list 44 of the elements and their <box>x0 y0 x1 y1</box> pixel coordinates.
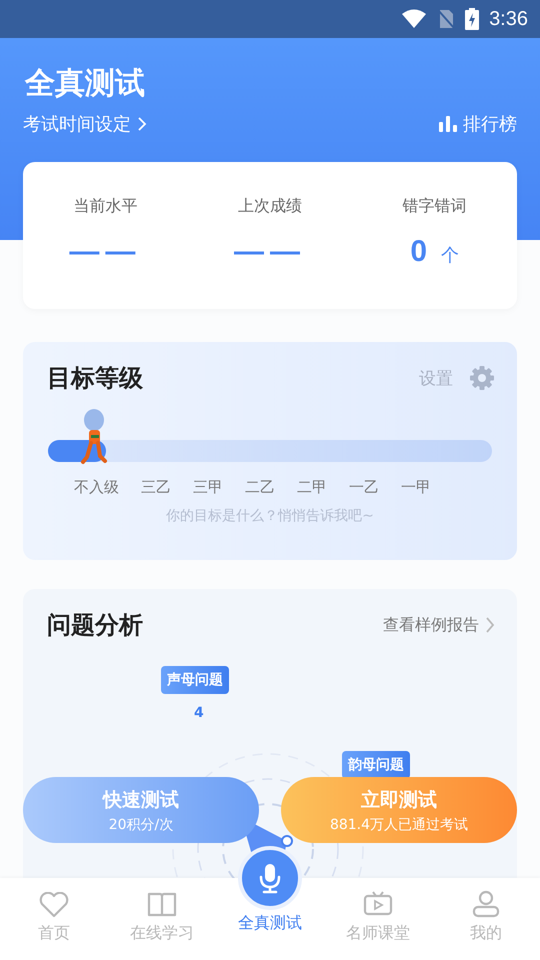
heart-icon <box>39 892 69 918</box>
person-icon <box>471 890 501 918</box>
axis-value: 4 <box>194 705 204 721</box>
ranking-link[interactable]: 排行榜 <box>439 112 517 136</box>
nav-tab[interactable]: 名师课堂 <box>324 878 432 960</box>
level-label: 不入级 <box>74 478 119 497</box>
category-tag: 声母问题 <box>161 666 229 694</box>
stat-label: 错字错词 <box>402 196 467 217</box>
exam-time-link[interactable]: 考试时间设定 <box>23 112 147 136</box>
stat-unit: 个 <box>441 244 460 267</box>
sample-report-link[interactable]: 查看样例报告 <box>383 614 495 636</box>
level-label: 一甲 <box>401 478 431 497</box>
level-label: 三甲 <box>193 478 223 497</box>
clock-time: 3:36 <box>489 8 528 30</box>
nav-tab[interactable]: 首页 <box>0 878 108 960</box>
nav-tab[interactable]: 全真测试 <box>216 846 324 960</box>
wifi-icon <box>401 9 428 29</box>
bar-chart-icon <box>439 116 457 132</box>
card-title: 问题分析 <box>47 610 143 641</box>
level-track[interactable] <box>48 440 492 462</box>
chevron-icon <box>137 116 147 132</box>
card-title: 目标等级 <box>47 363 143 394</box>
nav-tab[interactable]: 我的 <box>432 878 540 960</box>
stat-value: —— <box>234 235 306 269</box>
settings-button[interactable]: 设置 <box>419 365 495 391</box>
stat-label: 上次成绩 <box>238 196 302 217</box>
no-sim-icon <box>437 9 456 29</box>
book-icon <box>147 892 177 918</box>
tv-icon <box>363 890 393 918</box>
category-tag: 韵母问题 <box>342 751 410 779</box>
nav-tab[interactable]: 在线学习 <box>108 878 216 960</box>
settings-icon <box>469 365 495 391</box>
stat-value: —— <box>69 235 142 269</box>
page-title: 全真测试 <box>25 65 146 103</box>
level-label: 三乙 <box>141 478 171 497</box>
stat-label: 当前水平 <box>73 196 138 217</box>
level-label: 二甲 <box>297 478 327 497</box>
stat-value: 0 <box>410 235 434 269</box>
battery-icon <box>465 8 480 30</box>
test-button[interactable]: 立即测试 881.4万人已通过考试 <box>281 777 517 843</box>
level-label: 一乙 <box>349 478 379 497</box>
chevron-icon <box>485 616 495 634</box>
test-button[interactable]: 快速测试 20积分/次 <box>23 777 259 843</box>
level-label: 二乙 <box>245 478 275 497</box>
